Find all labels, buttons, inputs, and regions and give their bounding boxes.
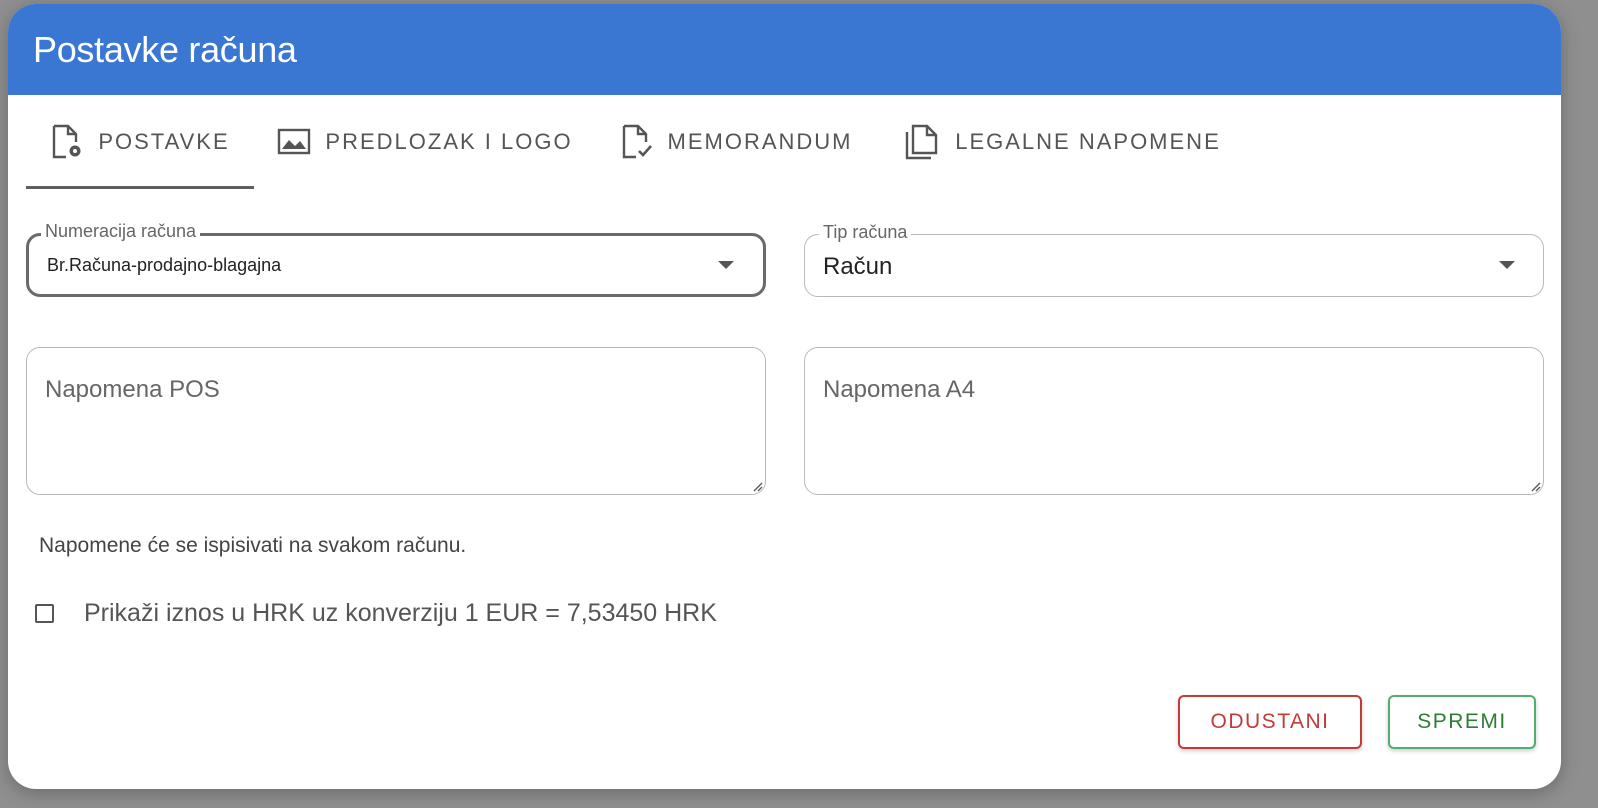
cancel-button[interactable]: ODUSTANI <box>1178 695 1362 749</box>
dialog-title: Postavke računa <box>33 28 297 70</box>
image-icon <box>278 128 311 155</box>
chevron-down-icon <box>1499 261 1515 269</box>
dialog-header: Postavke računa <box>8 4 1561 95</box>
resize-handle-icon[interactable] <box>1529 480 1541 492</box>
numeracija-select[interactable]: Numeracija računa Br.Računa-prodajno-bla… <box>26 221 766 297</box>
file-check-icon <box>622 124 652 159</box>
napomena-a4-textarea[interactable]: Napomena A4 <box>804 347 1544 495</box>
hrk-conversion-checkbox[interactable] <box>35 604 54 623</box>
napomena-pos-placeholder: Napomena POS <box>45 376 220 403</box>
copy-documents-icon <box>906 124 938 160</box>
tab-memorandum[interactable]: MEMORANDUM <box>608 95 864 189</box>
invoice-settings-dialog: Postavke računa POSTAVKE PREDLOZAK I LOG… <box>8 4 1561 789</box>
tip-racuna-select[interactable]: Tip računa Račun <box>804 222 1544 297</box>
notes-info-text: Napomene će se ispisivati na svakom raču… <box>39 534 467 557</box>
tab-predlozak-label: PREDLOZAK I LOGO <box>325 129 573 154</box>
tab-postavke-label: POSTAVKE <box>98 129 230 154</box>
tab-memorandum-label: MEMORANDUM <box>667 129 853 154</box>
tab-bar: POSTAVKE PREDLOZAK I LOGO MEMORANDUM LEG… <box>8 95 1561 192</box>
tab-postavke[interactable]: POSTAVKE <box>26 95 254 189</box>
napomena-pos-textarea[interactable]: Napomena POS <box>26 347 766 495</box>
save-button[interactable]: SPREMI <box>1388 695 1536 749</box>
napomena-a4-placeholder: Napomena A4 <box>823 376 976 403</box>
tab-predlozak-i-logo[interactable]: PREDLOZAK I LOGO <box>270 95 580 189</box>
hrk-conversion-label[interactable]: Prikaži iznos u HRK uz konverziju 1 EUR … <box>84 599 717 628</box>
tip-racuna-value: Račun <box>823 253 893 280</box>
tab-legalne-label: LEGALNE NAPOMENE <box>955 129 1221 154</box>
numeracija-value: Br.Računa-prodajno-blagajna <box>47 255 282 275</box>
resize-handle-icon[interactable] <box>751 480 763 492</box>
hrk-conversion-option[interactable]: Prikaži iznos u HRK uz konverziju 1 EUR … <box>35 599 717 628</box>
numeracija-label: Numeracija računa <box>41 221 201 242</box>
tab-legalne-napomene[interactable]: LEGALNE NAPOMENE <box>892 95 1232 189</box>
file-settings-icon <box>53 124 81 159</box>
active-tab-indicator <box>26 186 254 189</box>
tip-racuna-label: Tip računa <box>819 222 912 243</box>
chevron-down-icon <box>718 261 734 269</box>
